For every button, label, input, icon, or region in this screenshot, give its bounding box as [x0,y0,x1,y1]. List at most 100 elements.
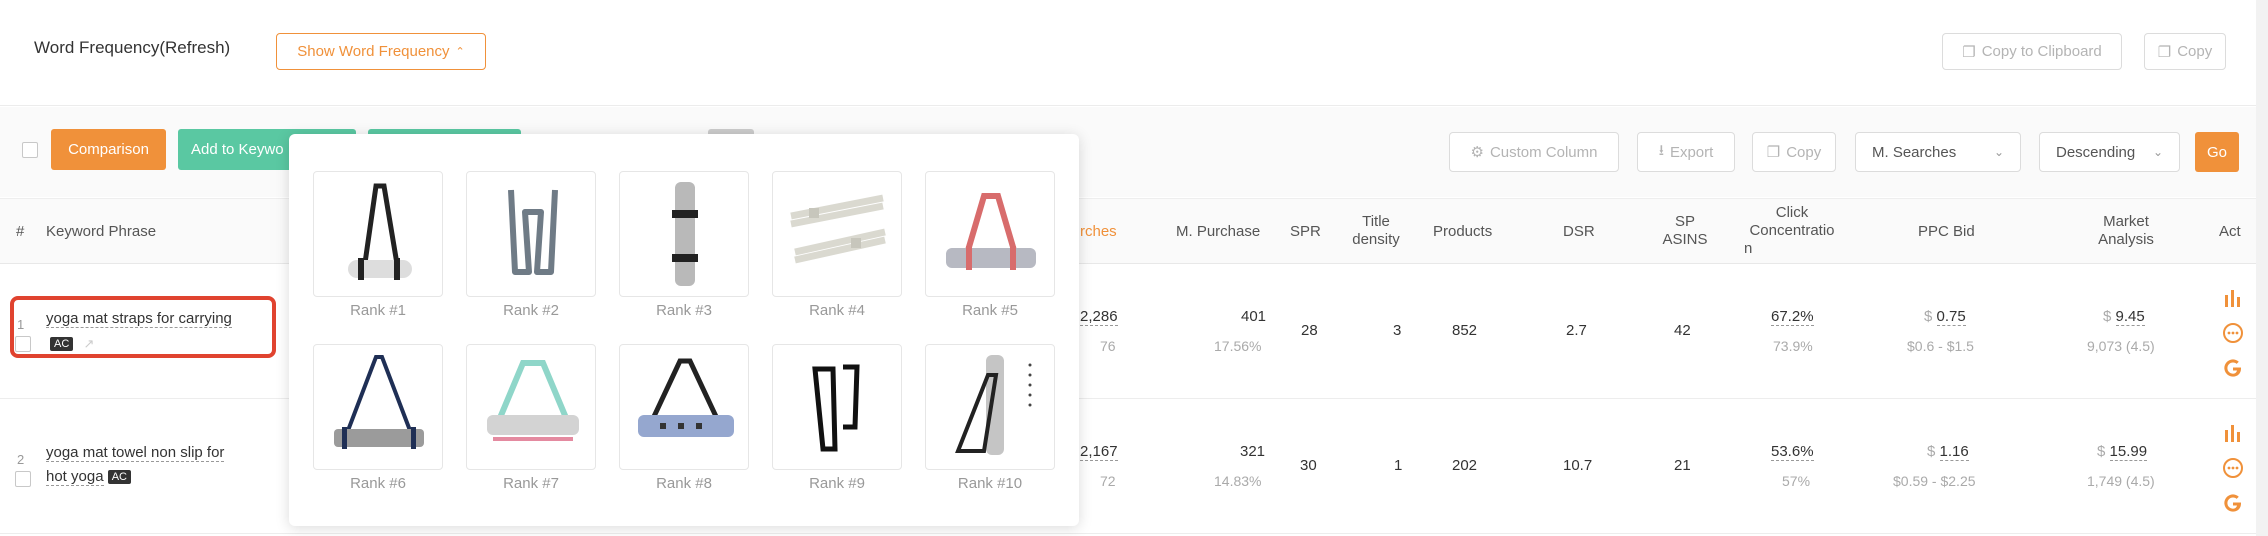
market-text: 9.45 [2115,308,2145,326]
col-ppc-bid[interactable]: PPC Bid [1918,223,1975,241]
market-sub: 1,749 (4.5) [2087,473,2155,489]
comparison-button[interactable]: Comparison [51,129,166,170]
ppc-value: $ 1.16 [1927,443,1969,461]
go-button[interactable]: Go [2195,132,2239,172]
market-currency: $ [2103,308,2112,325]
keyword-badges: AC ↗ [50,335,94,352]
col-num: # [16,223,25,240]
col-title-density[interactable]: Title density [1346,213,1406,249]
col-title-density-line1: Title [1362,213,1390,230]
product-thumbnail[interactable] [466,344,596,470]
ppc-currency: $ [1927,443,1936,460]
product-thumbnail[interactable] [619,171,749,297]
rank-label: Rank #4 [809,302,865,319]
copy-icon: ❐ [1766,144,1781,161]
rank-label: Rank #3 [656,302,712,319]
title-density-value: 1 [1394,457,1403,474]
purchase-sub: 14.83% [1214,473,1262,489]
bar-chart-icon[interactable] [2222,422,2244,444]
click-text: 53.6% [1771,443,1814,461]
vertical-scrollbar[interactable] [2256,0,2268,536]
rank-label: Rank #5 [962,302,1018,319]
google-icon[interactable] [2222,492,2244,514]
rank-label: Rank #1 [350,302,406,319]
product-thumbnail[interactable] [925,171,1055,297]
click-sub: 57% [1782,473,1811,489]
product-thumbnail[interactable] [313,171,443,297]
add-to-keyword-label: Add to Keywo [191,141,284,158]
sort-field-select[interactable]: M. Searches ⌄ [1855,132,2021,172]
download-icon: ⭳ [1658,141,1664,159]
spr-value: 30 [1300,457,1317,474]
col-products[interactable]: Products [1433,223,1492,241]
comparison-label: Comparison [68,141,149,158]
product-thumbnail[interactable] [772,344,902,470]
col-market-line2: Analysis [2098,231,2154,248]
chevron-down-icon: ⌄ [1993,145,2004,159]
col-sp-asins-line1: SP [1674,213,1695,230]
product-thumbnail[interactable] [313,344,443,470]
word-frequency-bar: Word Frequency(Refresh) Show Word Freque… [0,0,2268,106]
col-dsr[interactable]: DSR [1563,223,1595,241]
col-searches[interactable]: rches [1080,223,1117,241]
purchase-value: 321 [1240,443,1266,460]
searches-text: 2,286 [1080,308,1118,326]
market-value: $ 15.99 [2097,443,2148,461]
col-act: Act [2219,223,2241,240]
copy-button-top[interactable]: ❐ Copy [2144,33,2226,70]
col-sp-asins-line2: ASINS [1662,231,1708,248]
sort-order-value: Descending [2056,143,2136,161]
row-checkbox[interactable] [15,471,31,487]
col-market-line1: Market [2103,213,2149,230]
col-purchase[interactable]: M. Purchase [1176,223,1260,241]
products-value: 202 [1452,457,1478,474]
col-click-concentration[interactable]: Click Concentratio n [1742,204,1842,258]
chevron-up-icon: ⌃ [455,46,465,58]
go-label: Go [2206,143,2227,161]
word-frequency-title: Word Frequency(Refresh) [34,38,231,57]
col-market-analysis[interactable]: Market Analysis [2086,213,2166,249]
col-click-line3: n [1744,240,1753,257]
share-icon[interactable]: ↗ [83,336,94,351]
keyword-phrase[interactable]: yoga mat straps for carrying [46,310,232,328]
keyword-phrase-line2[interactable]: hot yoga AC [46,468,131,486]
products-value: 852 [1452,322,1478,339]
chevron-down-icon: ⌄ [2152,145,2163,159]
market-value: $ 9.45 [2103,308,2145,326]
google-icon[interactable] [2222,357,2244,379]
col-sp-asins[interactable]: SP ASINS [1660,213,1710,249]
click-value: 67.2% [1771,308,1814,326]
keyword-text-line2: hot yoga [46,468,104,486]
product-thumbnail[interactable] [925,344,1055,470]
custom-column-button[interactable]: ⚙ Custom Column [1449,132,1619,172]
searches-value: 2,286 [1080,308,1118,326]
copy-label: Copy [2177,43,2213,60]
col-keyword[interactable]: Keyword Phrase [46,223,156,241]
more-options-icon[interactable] [2222,457,2244,479]
searches-sub: 72 [1100,473,1116,489]
select-all-checkbox[interactable] [22,142,38,158]
bar-chart-icon[interactable] [2222,287,2244,309]
ppc-currency: $ [1924,308,1933,325]
col-spr[interactable]: SPR [1290,223,1321,241]
dsr-value: 2.7 [1566,322,1587,339]
keyword-phrase[interactable]: yoga mat towel non slip for [46,444,225,462]
more-options-icon[interactable] [2222,322,2244,344]
keyword-text: yoga mat straps for carrying [46,310,232,328]
custom-column-label: Custom Column [1489,143,1598,161]
copy-to-clipboard-label: Copy to Clipboard [1981,43,2102,60]
copy-button[interactable]: ❐ Copy [1752,132,1836,172]
click-text: 67.2% [1771,308,1814,326]
row-number: 2 [17,452,25,467]
click-value: 53.6% [1771,443,1814,461]
rank-label: Rank #8 [656,475,712,492]
copy-to-clipboard-button[interactable]: ❐ Copy to Clipboard [1942,33,2122,70]
export-button[interactable]: ⭳ Export [1637,132,1735,172]
searches-text: 2,167 [1080,443,1118,461]
product-thumbnail[interactable] [619,344,749,470]
col-title-density-line2: density [1352,231,1400,248]
product-thumbnail[interactable] [772,171,902,297]
sort-order-select[interactable]: Descending ⌄ [2039,132,2180,172]
show-word-frequency-button[interactable]: Show Word Frequency ⌃ [276,33,486,70]
product-thumbnail[interactable] [466,171,596,297]
